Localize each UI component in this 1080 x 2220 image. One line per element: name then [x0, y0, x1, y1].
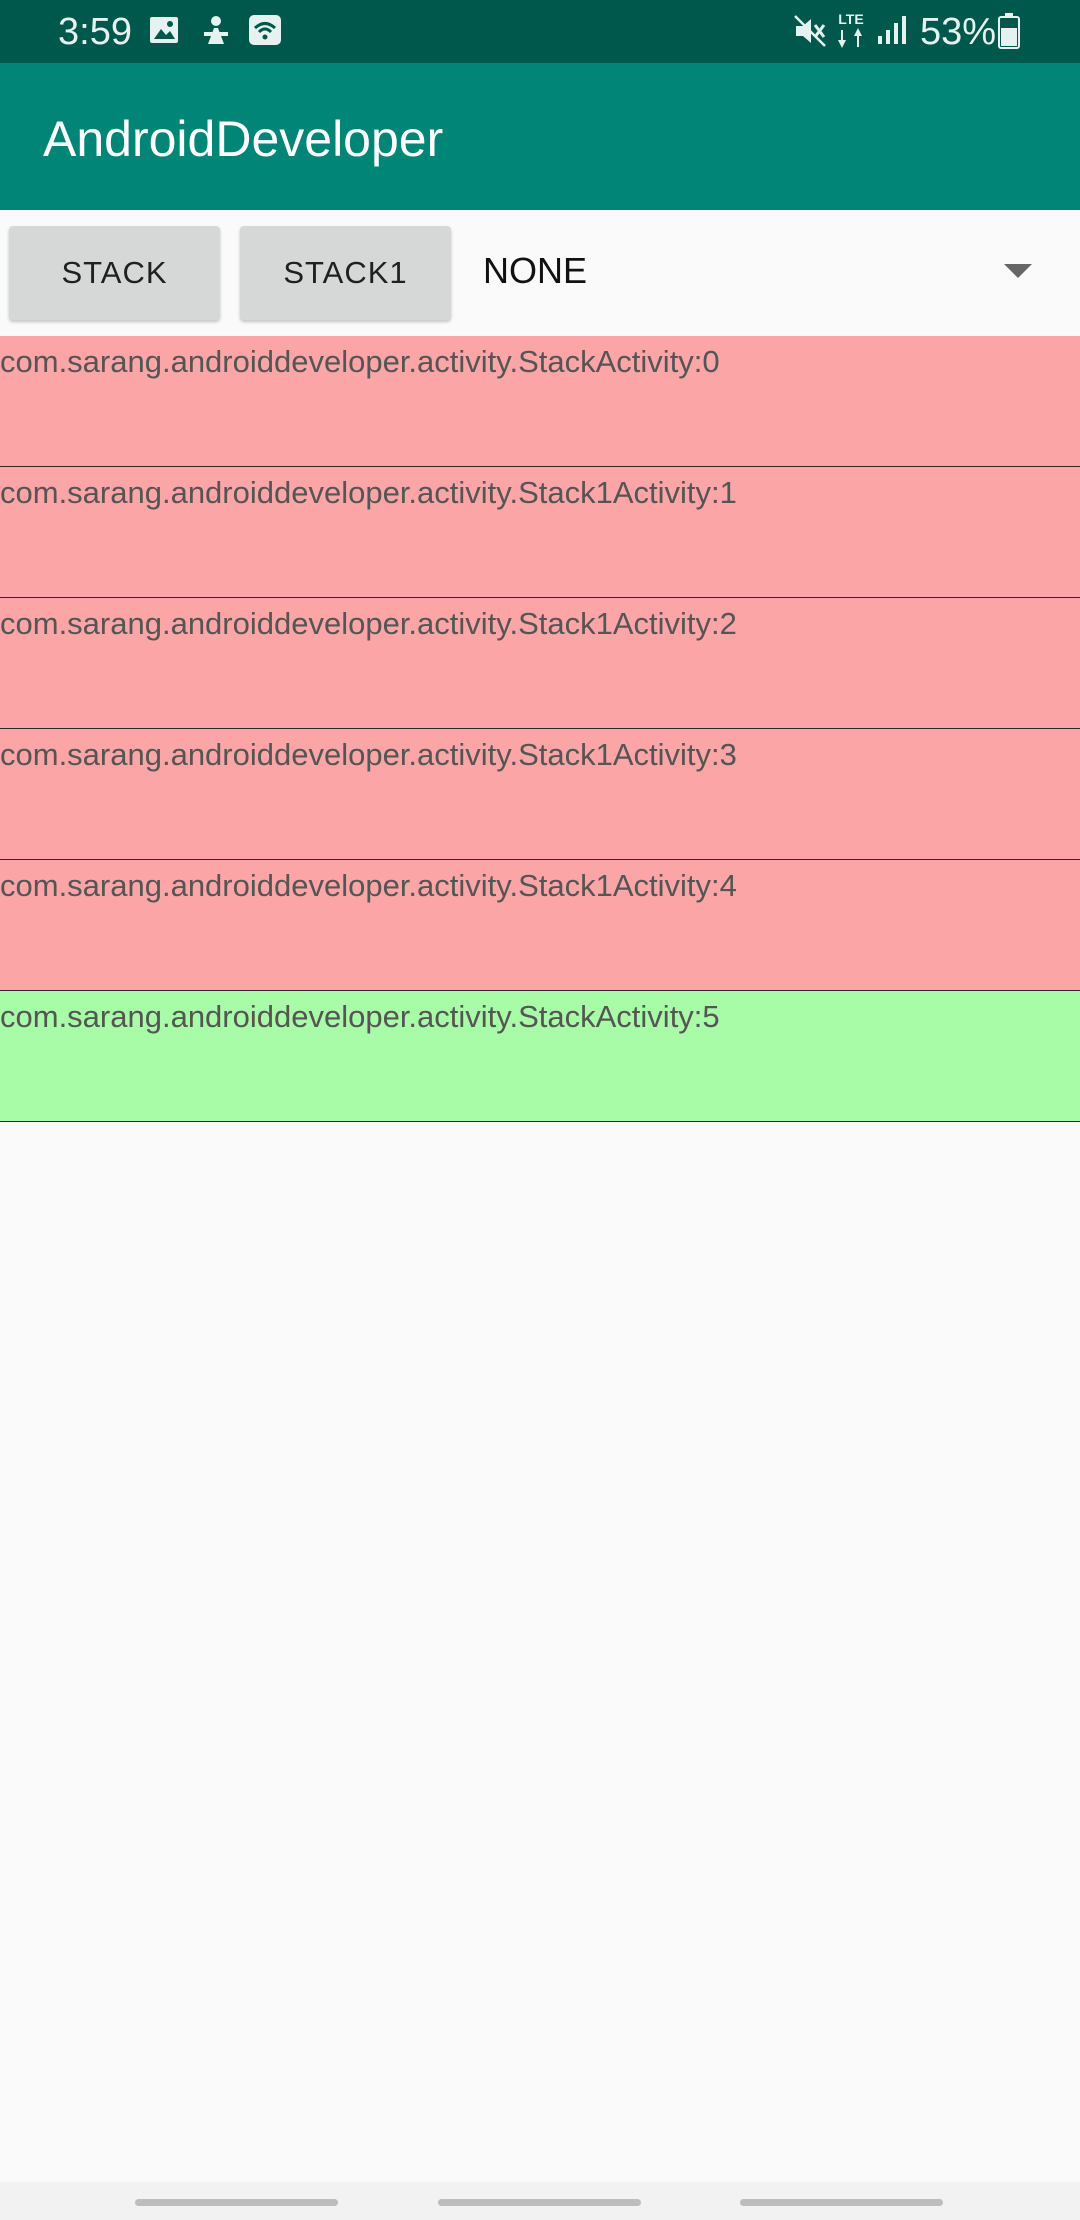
nav-back-handle[interactable]	[740, 2199, 943, 2206]
app-title: AndroidDeveloper	[43, 111, 444, 167]
svg-text:LTE: LTE	[838, 11, 863, 27]
status-bar: 3:59 LTE 53%	[0, 0, 1080, 63]
stack-button[interactable]: STACK	[9, 226, 220, 320]
activity-label: com.sarang.androiddeveloper.activity.Sta…	[0, 737, 737, 772]
activity-label: com.sarang.androiddeveloper.activity.Sta…	[0, 868, 737, 903]
list-item[interactable]: com.sarang.androiddeveloper.activity.Sta…	[0, 336, 1080, 467]
wifi-hotspot-icon	[248, 14, 282, 51]
list-item[interactable]: com.sarang.androiddeveloper.activity.Sta…	[0, 729, 1080, 860]
battery-percent: 53%	[920, 11, 997, 53]
notification-icon	[200, 14, 232, 53]
battery-icon	[998, 13, 1020, 54]
status-time: 3:59	[58, 11, 132, 53]
signal-icon	[876, 14, 908, 51]
app-bar: AndroidDeveloper	[0, 63, 1080, 210]
stack1-button[interactable]: STACK1	[240, 226, 451, 320]
dropdown-arrow-icon	[1004, 264, 1032, 285]
activity-label: com.sarang.androiddeveloper.activity.Sta…	[0, 475, 737, 510]
list-item[interactable]: com.sarang.androiddeveloper.activity.Sta…	[0, 467, 1080, 598]
spinner-value: NONE	[483, 250, 588, 291]
nav-home-handle[interactable]	[438, 2199, 641, 2206]
controls-row: STACK STACK1 NONE	[0, 210, 1080, 336]
image-icon	[148, 14, 180, 51]
activity-label: com.sarang.androiddeveloper.activity.Sta…	[0, 606, 737, 641]
launch-mode-spinner[interactable]: NONE	[470, 226, 1070, 320]
activity-label: com.sarang.androiddeveloper.activity.Sta…	[0, 344, 720, 379]
mute-icon	[793, 14, 827, 53]
list-item[interactable]: com.sarang.androiddeveloper.activity.Sta…	[0, 598, 1080, 729]
list-item[interactable]: com.sarang.androiddeveloper.activity.Sta…	[0, 991, 1080, 1122]
lte-icon: LTE	[834, 10, 868, 55]
nav-recents-handle[interactable]	[135, 2199, 338, 2206]
activity-stack-list: com.sarang.androiddeveloper.activity.Sta…	[0, 336, 1080, 1122]
activity-label: com.sarang.androiddeveloper.activity.Sta…	[0, 999, 720, 1034]
navigation-bar	[0, 2182, 1080, 2220]
list-item[interactable]: com.sarang.androiddeveloper.activity.Sta…	[0, 860, 1080, 991]
